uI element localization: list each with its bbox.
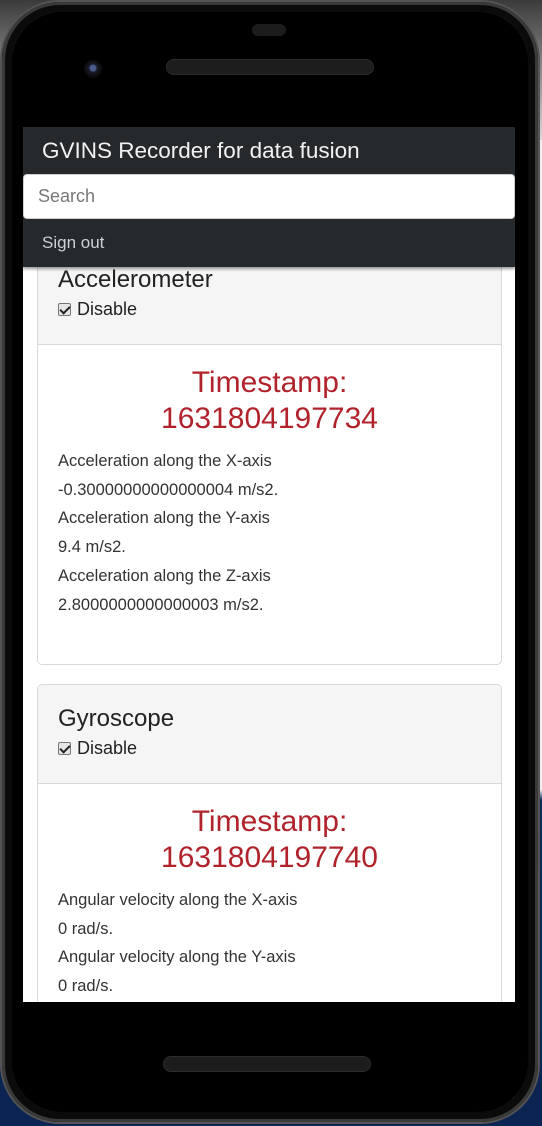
gyroscope-card: Gyroscope Disable Timestamp: 16318041977… — [37, 684, 502, 1002]
gyroscope-readings: Angular velocity along the X-axis 0 rad/… — [58, 886, 481, 1001]
proximity-sensor — [252, 24, 286, 36]
accel-x-label: Acceleration along the X-axis — [58, 452, 272, 470]
gyroscope-disable-toggle[interactable]: Disable — [58, 737, 481, 759]
accelerometer-disable-label: Disable — [77, 299, 138, 319]
accelerometer-disable-checkbox[interactable] — [58, 302, 71, 316]
accelerometer-disable-toggle[interactable]: Disable — [58, 298, 481, 320]
gyroscope-card-body: Timestamp: 1631804197740 Angular velocit… — [38, 784, 501, 1001]
app-navbar: GVINS Recorder for data fusion Sign out — [23, 127, 515, 267]
accelerometer-title: Accelerometer — [58, 266, 213, 293]
gyroscope-disable-checkbox[interactable] — [58, 741, 71, 755]
accel-x-value: -0.30000000000000004 m/s2. — [58, 480, 279, 499]
search-input[interactable] — [23, 174, 515, 219]
front-camera-icon — [84, 60, 102, 78]
app-screen[interactable]: Accelerometer Disable Timestamp: 1631804… — [23, 127, 515, 1002]
accelerometer-readings: Acceleration along the X-axis -0.3000000… — [58, 447, 481, 619]
accelerometer-card-body: Timestamp: 1631804197734 Acceleration al… — [38, 345, 501, 619]
accel-z-value: 2.8000000000000003 m/s2. — [58, 595, 264, 614]
gyroscope-card-header: Gyroscope Disable — [38, 685, 501, 784]
gyroscope-timestamp-value: 1631804197740 — [161, 841, 378, 874]
gyro-y-label: Angular velocity along the Y-axis — [58, 948, 296, 967]
gyroscope-title: Gyroscope — [58, 705, 175, 732]
bottom-speaker — [163, 1056, 371, 1072]
sign-out-link[interactable]: Sign out — [42, 231, 104, 255]
gyro-y-value: 0 rad/s. — [58, 977, 114, 996]
app-title[interactable]: GVINS Recorder for data fusion — [42, 137, 360, 165]
gyro-x-value: 0 rad/s. — [58, 919, 114, 938]
gyro-x-label: Angular velocity along the X-axis — [58, 891, 298, 909]
accelerometer-timestamp-value: 1631804197734 — [161, 402, 378, 435]
earpiece-speaker — [166, 59, 374, 75]
accelerometer-card: Accelerometer Disable Timestamp: 1631804… — [37, 213, 502, 665]
accel-y-label: Acceleration along the Y-axis — [58, 509, 270, 528]
accel-y-value: 9.4 m/s2. — [58, 538, 126, 557]
gyroscope-timestamp-label: Timestamp: — [191, 805, 348, 838]
gyroscope-disable-label: Disable — [77, 738, 138, 758]
accel-z-label: Acceleration along the Z-axis — [58, 566, 271, 585]
accelerometer-timestamp-label: Timestamp: — [191, 366, 348, 399]
